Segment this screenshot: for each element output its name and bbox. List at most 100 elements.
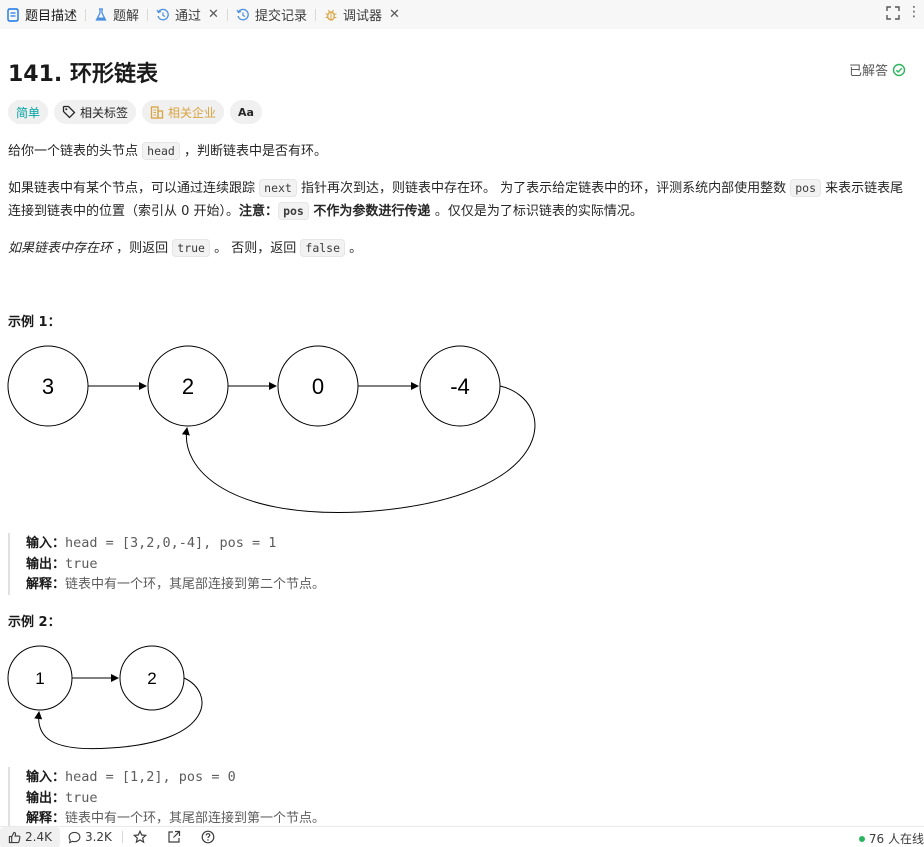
output-label: 输出：	[26, 557, 66, 572]
tab-label: 调试器	[342, 9, 382, 24]
tab-submissions[interactable]: 提交记录	[230, 0, 313, 29]
help-icon	[201, 830, 215, 844]
inline-code: pos	[790, 179, 822, 197]
like-count: 2.4K	[25, 830, 52, 844]
close-icon[interactable]: ✕	[208, 7, 219, 22]
online-count: 76 人在线	[858, 830, 924, 847]
tab-label: 题目描述	[25, 9, 78, 24]
text: ，则返回	[112, 241, 173, 256]
text: 。仅仅是为了标识链表的实际情况。	[434, 204, 643, 219]
output-value: true	[65, 556, 98, 572]
tab-label: 题解	[113, 9, 140, 24]
text: ，判断链表中是否有环。	[179, 144, 327, 159]
tab-solutions[interactable]: 题解	[88, 0, 145, 29]
output-value: true	[65, 790, 98, 806]
tab-divider	[314, 8, 316, 21]
input-value: head = [1,2], pos = 0	[65, 769, 236, 785]
like-button[interactable]: 2.4K	[0, 826, 60, 847]
inline-code: head	[142, 142, 180, 160]
history-icon	[156, 8, 170, 22]
solved-status: 已解答	[849, 60, 906, 79]
example-output: 输出：true	[26, 554, 325, 575]
tab-bar: 题目描述 题解 通过 ✕ 提交记录 调试器 ✕ ⋮	[0, 0, 924, 29]
comment-count: 3.2K	[84, 830, 112, 844]
text: 。	[345, 241, 363, 256]
solved-label: 已解答	[848, 64, 888, 79]
example-title: 示例 2：	[8, 615, 61, 630]
inline-code: next	[259, 179, 297, 197]
example-explanation: 解释：链表中有一个环，其尾部连接到第二个节点。	[26, 575, 325, 595]
fullscreen-icon[interactable]	[886, 6, 902, 22]
example1-diagram: 3 2 0 -4	[7, 345, 536, 514]
description-paragraph: 给你一个链表的头节点 head ，判断链表中是否有环。	[8, 140, 908, 163]
tag-icon	[62, 105, 76, 119]
text: 指针再次到达，则链表中存在环。 为了表示给定链表中的环，评测系统内部使用整数	[296, 181, 791, 196]
bottom-toolbar: 2.4K 3.2K 76 人在线	[0, 826, 924, 847]
close-icon[interactable]: ✕	[389, 7, 400, 22]
node-value: 2	[182, 374, 194, 399]
input-label: 输入：	[26, 770, 66, 785]
explain-value: 链表中有一个环，其尾部连接到第一个节点。	[65, 811, 326, 826]
text: 不作为参数进行传递	[308, 204, 435, 219]
online-dot	[858, 835, 865, 842]
online-label: 76 人在线	[868, 832, 924, 846]
explain-label: 解释：	[26, 811, 66, 826]
problem-description: 给你一个链表的头节点 head ，判断链表中是否有环。 如果链表中有某个节点，可…	[8, 140, 908, 274]
tab-description[interactable]: 题目描述	[0, 0, 83, 29]
more-icon[interactable]: ⋮	[907, 4, 921, 20]
explain-label: 解释：	[26, 577, 66, 592]
companies-tag-button[interactable]: 相关企业	[142, 100, 225, 124]
text: 。 否则，返回	[209, 241, 301, 256]
example-input: 输入：head = [3,2,0,-4], pos = 1	[26, 533, 325, 554]
companies-tag-label: 相关企业	[168, 105, 217, 120]
difficulty-label: 简单	[16, 105, 41, 120]
font-size-label: Aa	[238, 105, 254, 119]
node-value: -4	[450, 374, 470, 399]
description-paragraph: 如果链表中存在环 ，则返回 true 。 否则，返回 false 。	[8, 237, 908, 260]
tab-divider	[147, 8, 149, 21]
favorite-button[interactable]	[125, 827, 159, 847]
building-icon	[150, 105, 164, 119]
flask-icon	[94, 7, 108, 22]
description-icon	[6, 7, 20, 22]
input-value: head = [3,2,0,-4], pos = 1	[65, 535, 277, 551]
toolbar-divider	[121, 831, 123, 843]
example-title: 示例 1：	[8, 315, 61, 330]
node-value: 0	[312, 374, 324, 399]
example2-diagram: 1 2	[7, 645, 203, 750]
tag-row: 简单 相关标签 相关企业 Aa	[8, 100, 262, 124]
text: 如果链表中有某个节点，可以通过连续跟踪	[8, 181, 260, 196]
tab-label: 通过	[175, 9, 202, 24]
output-label: 输出：	[26, 791, 66, 806]
history-icon	[236, 8, 250, 22]
node-value: 1	[35, 669, 44, 688]
share-button[interactable]	[159, 827, 193, 847]
inline-code: pos	[278, 202, 309, 220]
bug-icon	[324, 8, 338, 22]
topics-tag-button[interactable]: 相关标签	[54, 100, 137, 124]
text: 如果链表中存在环	[8, 241, 113, 256]
comments-button[interactable]: 3.2K	[60, 827, 120, 847]
tab-divider	[85, 8, 87, 21]
check-circle-icon	[892, 63, 906, 76]
comment-icon	[68, 831, 81, 844]
star-icon	[132, 830, 147, 844]
text: 给你一个链表的头节点	[8, 144, 143, 159]
example1-io: 输入：head = [3,2,0,-4], pos = 1 输出：true 解释…	[8, 533, 325, 595]
example-input: 输入：head = [1,2], pos = 0	[26, 767, 325, 788]
topics-tag-label: 相关标签	[80, 105, 129, 120]
explain-value: 链表中有一个环，其尾部连接到第二个节点。	[65, 577, 326, 592]
font-size-button[interactable]: Aa	[230, 100, 262, 124]
tab-divider	[226, 8, 228, 21]
node-value: 2	[147, 669, 156, 688]
difficulty-badge: 简单	[8, 100, 49, 124]
share-icon	[167, 830, 181, 844]
page-title: 141. 环形链表	[8, 62, 158, 87]
tab-debugger[interactable]: 调试器 ✕	[318, 0, 406, 29]
tab-accepted[interactable]: 通过 ✕	[150, 0, 225, 29]
inline-code: false	[300, 239, 346, 257]
inline-code: true	[172, 239, 210, 257]
description-paragraph: 如果链表中有某个节点，可以通过连续跟踪 next 指针再次到达，则链表中存在环。…	[8, 177, 908, 223]
help-button[interactable]	[193, 827, 227, 847]
example2-io: 输入：head = [1,2], pos = 0 输出：true 解释：链表中有…	[8, 767, 325, 829]
